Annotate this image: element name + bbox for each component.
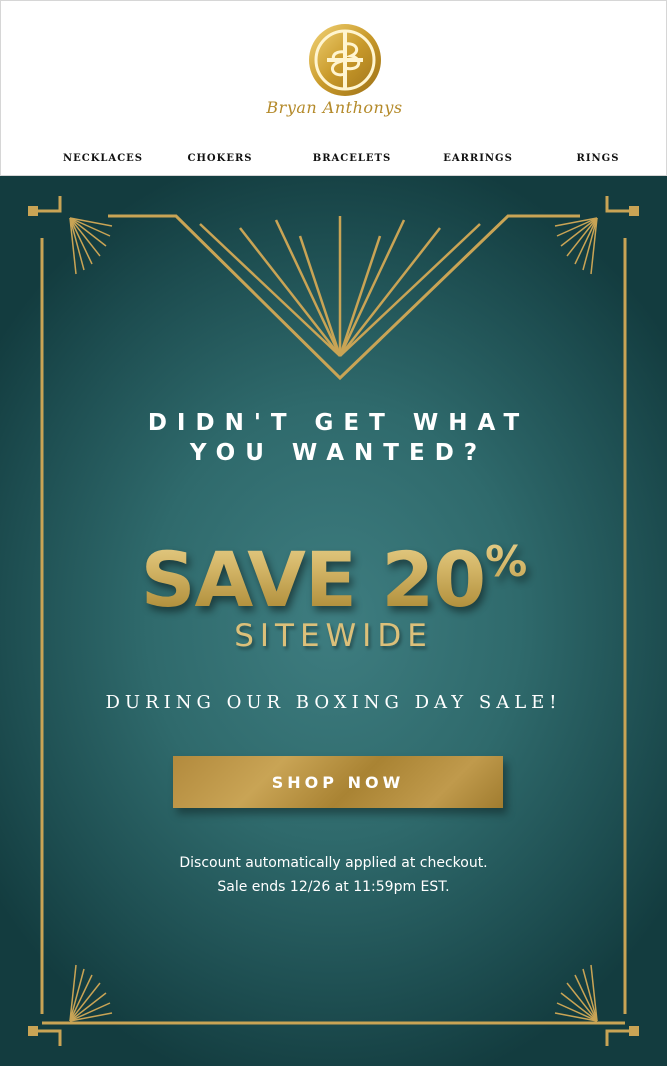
fine-print: Discount automatically applied at checko… (0, 851, 667, 899)
nav-item-chokers[interactable]: CHOKERS (188, 153, 253, 164)
offer-main-text: SAVE 20 (140, 535, 486, 624)
headline-line-2: YOU WANTED? (189, 440, 488, 466)
nav-item-bracelets[interactable]: BRACELETS (313, 153, 391, 164)
offer-amount: SAVE 20% (0, 522, 667, 620)
category-nav: NECKLACES CHOKERS BRACELETS EARRINGS RIN… (1, 153, 667, 173)
headline-line-1: DIDN'T GET WHAT (147, 410, 530, 436)
fine-print-line-1: Discount automatically applied at checko… (179, 855, 488, 871)
offer-scope: SITEWIDE (234, 618, 433, 654)
event-line: DURING OUR BOXING DAY SALE! (105, 692, 562, 713)
shop-now-button[interactable]: SHOP NOW (173, 756, 503, 808)
brand-name: Bryan Anthonys (266, 98, 403, 117)
nav-item-earrings[interactable]: EARRINGS (443, 153, 513, 164)
offer-percent-sign: % (485, 537, 527, 586)
brand-logo-icon[interactable] (307, 22, 383, 98)
nav-item-rings[interactable]: RINGS (577, 153, 620, 164)
shop-now-label: SHOP NOW (271, 772, 405, 792)
email-page: Bryan Anthonys NECKLACES CHOKERS BRACELE… (0, 0, 667, 1066)
promo-banner[interactable]: DIDN'T GET WHAT YOU WANTED? SAVE 20% SIT… (0, 176, 667, 1066)
header: Bryan Anthonys NECKLACES CHOKERS BRACELE… (0, 0, 667, 176)
nav-item-necklaces[interactable]: NECKLACES (63, 153, 143, 164)
headline: DIDN'T GET WHAT YOU WANTED? (0, 408, 667, 468)
fine-print-line-2: Sale ends 12/26 at 11:59pm EST. (217, 879, 450, 895)
